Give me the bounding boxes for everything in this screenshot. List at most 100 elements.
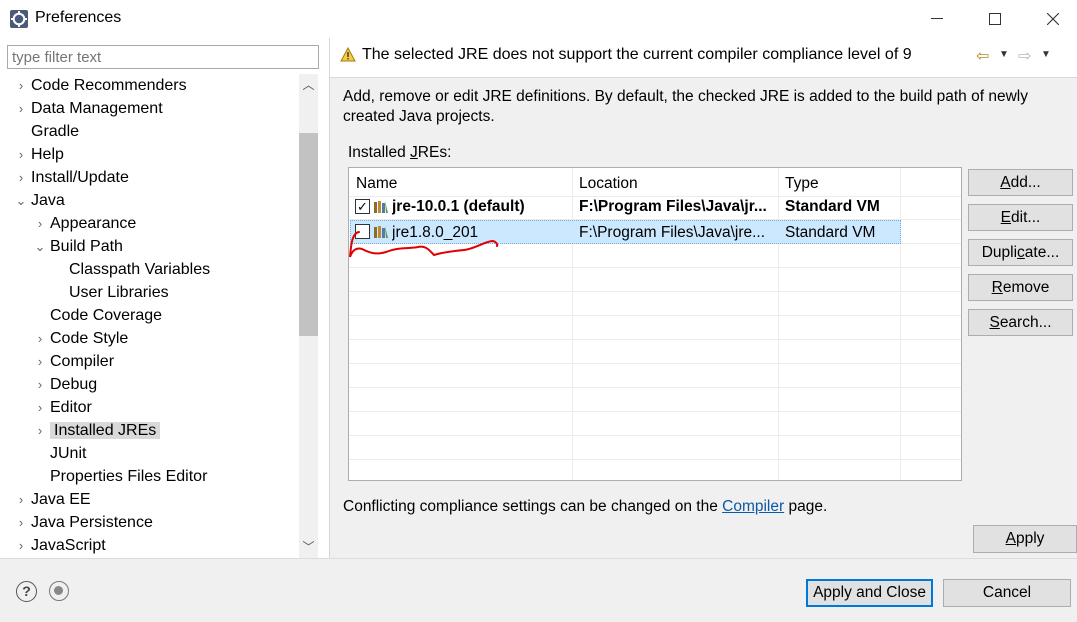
expand-chevron-icon[interactable]: › — [14, 511, 28, 534]
column-header-location[interactable]: Location — [572, 172, 638, 196]
apply-button[interactable]: Apply — [973, 525, 1077, 553]
table-row-jre-10[interactable]: ✓ jre-10.0.1 (default) F:\Program Files\… — [350, 195, 900, 219]
jre-type: Standard VM — [785, 224, 876, 241]
tree-item[interactable]: Properties Files Editor — [33, 465, 207, 488]
window-title: Preferences — [35, 9, 122, 26]
tree-item[interactable]: Code Coverage — [33, 304, 162, 327]
preferences-tree: › Code Recommenders › Data Management Gradle… — [0, 74, 300, 558]
jre-table: Name Location Type ✓ jre-10.0.1 (default… — [348, 167, 962, 481]
column-header-name[interactable]: Name — [349, 172, 397, 196]
record-macro-icon[interactable] — [49, 581, 69, 601]
row-divider — [349, 411, 961, 412]
tree-item[interactable]: ⌄ Build Path — [33, 235, 123, 258]
tree-item[interactable]: › Installed JREs — [33, 419, 161, 442]
expand-chevron-icon[interactable]: › — [33, 212, 47, 235]
tree-item[interactable]: JUnit — [33, 442, 86, 465]
tree-item-label: Code Style — [50, 330, 129, 347]
tree-item-label: User Libraries — [69, 284, 169, 301]
page-menu-icon[interactable]: ▼ — [1041, 49, 1051, 60]
add-jre-button[interactable]: Add... — [968, 169, 1073, 196]
expand-chevron-icon[interactable]: › — [14, 488, 28, 511]
tree-item[interactable]: ⌄ Java — [14, 189, 65, 212]
expand-chevron-icon[interactable]: › — [33, 396, 47, 419]
jre-location: F:\Program Files\Java\jre... — [579, 224, 766, 241]
expand-chevron-icon[interactable]: › — [14, 97, 28, 120]
column-header-type[interactable]: Type — [778, 172, 819, 196]
expand-chevron-icon[interactable]: › — [14, 534, 28, 557]
tree-item[interactable]: › Java Persistence — [14, 511, 153, 534]
tree-item[interactable]: › Help — [14, 143, 64, 166]
default-jre-checkbox[interactable]: ✓ — [355, 199, 370, 214]
minimize-icon — [931, 18, 943, 19]
tree-item-label: Properties Files Editor — [50, 468, 208, 485]
close-button[interactable] — [1024, 0, 1077, 38]
tree-item[interactable]: User Libraries — [52, 281, 169, 304]
tree-item[interactable]: › Data Management — [14, 97, 163, 120]
tree-item-label: Help — [31, 146, 64, 163]
row-divider — [349, 459, 961, 460]
collapse-chevron-icon[interactable]: ⌄ — [33, 235, 47, 258]
tree-item-label: Java — [31, 192, 65, 209]
installed-jres-label: Installed JREs: — [348, 144, 452, 161]
tree-item-label: JavaScript — [31, 537, 106, 554]
expand-chevron-icon[interactable]: › — [33, 373, 47, 396]
tree-item[interactable]: › Code Recommenders — [14, 74, 187, 97]
duplicate-jre-button[interactable]: Duplicate... — [968, 239, 1073, 266]
expand-chevron-icon[interactable]: › — [33, 350, 47, 373]
scroll-up-icon[interactable]: ︿ — [299, 75, 318, 95]
scroll-down-icon[interactable]: ﹀ — [299, 537, 318, 557]
tree-item[interactable]: › Compiler — [33, 350, 114, 373]
tree-item-label: Appearance — [50, 215, 137, 232]
collapse-chevron-icon[interactable]: ⌄ — [14, 189, 28, 212]
expand-chevron-icon[interactable]: › — [33, 419, 47, 442]
row-divider — [349, 387, 961, 388]
back-dropdown-icon[interactable]: ▼ — [999, 49, 1009, 60]
expand-chevron-icon[interactable]: › — [33, 327, 47, 350]
expand-chevron-icon[interactable]: › — [14, 166, 28, 189]
tree-item-label: Java Persistence — [31, 514, 153, 531]
red-annotation-scribble — [349, 231, 499, 258]
tree-item[interactable]: Gradle — [14, 120, 79, 143]
close-icon — [1047, 13, 1059, 25]
minimize-button[interactable] — [908, 0, 966, 38]
forward-arrow-icon[interactable]: ⇨ — [1018, 46, 1031, 66]
expand-chevron-icon[interactable]: › — [14, 74, 28, 97]
tree-item[interactable]: › JavaScript — [14, 534, 106, 557]
cancel-button[interactable]: Cancel — [943, 579, 1071, 607]
maximize-icon — [989, 13, 1001, 25]
row-divider — [349, 291, 961, 292]
tree-item[interactable]: › Code Style — [33, 327, 128, 350]
remove-jre-button[interactable]: Remove — [968, 274, 1073, 301]
filter-field[interactable] — [7, 45, 319, 69]
row-divider — [349, 363, 961, 364]
compliance-note: Conflicting compliance settings can be c… — [343, 498, 828, 515]
tree-item-label: Installed JREs — [50, 422, 161, 439]
maximize-button[interactable] — [966, 0, 1024, 38]
tree-item[interactable]: › Java EE — [14, 488, 91, 511]
tree-item-label: Debug — [50, 376, 98, 393]
filter-input[interactable] — [8, 46, 318, 68]
tree-item-label: Build Path — [50, 238, 123, 255]
help-icon[interactable]: ? — [16, 581, 37, 602]
eclipse-app-icon — [10, 10, 28, 28]
back-arrow-icon[interactable]: ⇦ — [976, 46, 989, 66]
expand-chevron-icon[interactable]: › — [14, 143, 28, 166]
row-divider — [349, 339, 961, 340]
tree-item-label: Compiler — [50, 353, 115, 370]
tree-item[interactable]: › Debug — [33, 373, 97, 396]
tree-item[interactable]: › Install/Update — [14, 166, 129, 189]
search-jre-button[interactable]: Search... — [968, 309, 1073, 336]
edit-jre-button[interactable]: Edit... — [968, 204, 1073, 231]
warning-message: The selected JRE does not support the cu… — [362, 46, 912, 63]
tree-item[interactable]: › Editor — [33, 396, 92, 419]
tree-item[interactable]: Classpath Variables — [52, 258, 210, 281]
tree-scroll-thumb[interactable] — [299, 133, 318, 336]
page-description: Add, remove or edit JRE definitions. By … — [343, 88, 1028, 125]
title-bar: Preferences — [0, 0, 1077, 38]
compiler-link[interactable]: Compiler — [722, 498, 784, 515]
tree-item-label: Code Recommenders — [31, 77, 187, 94]
tree-item-label: Classpath Variables — [69, 261, 211, 278]
tree-item[interactable]: › Appearance — [33, 212, 136, 235]
tree-item-label: Install/Update — [31, 169, 129, 186]
apply-and-close-button[interactable]: Apply and Close — [806, 579, 933, 607]
